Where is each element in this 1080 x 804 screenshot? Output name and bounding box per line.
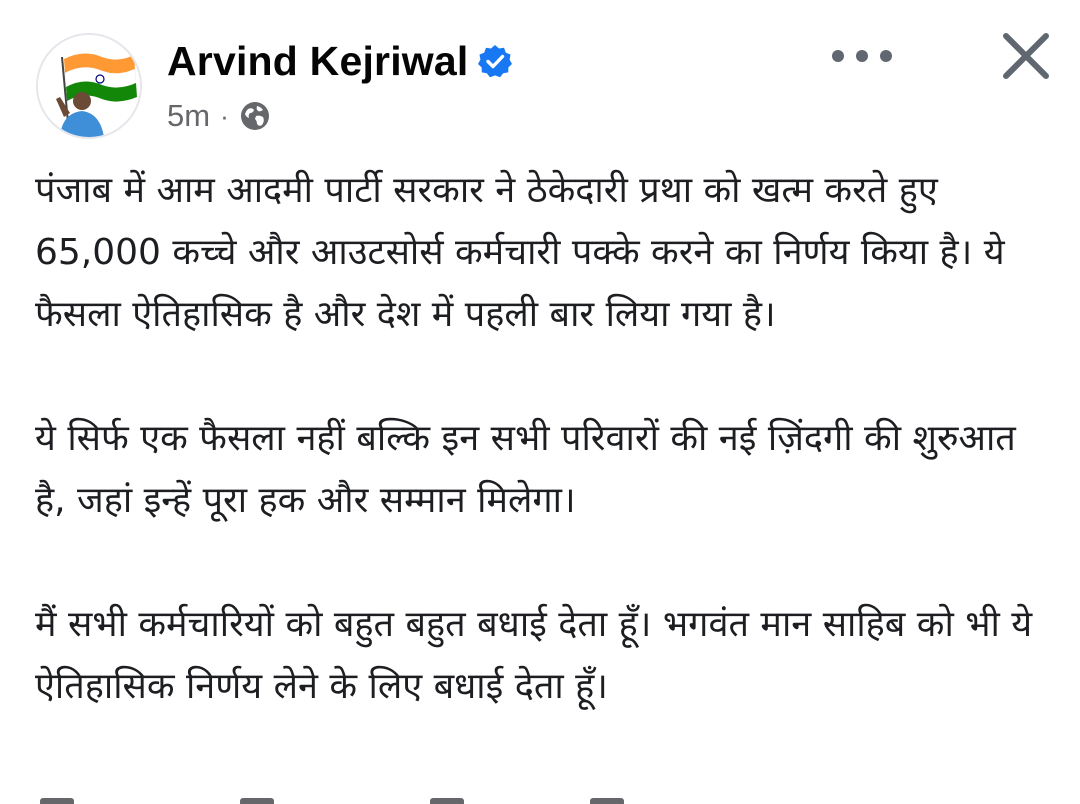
- author-name[interactable]: Arvind Kejriwal: [167, 38, 468, 85]
- post-body: पंजाब में आम आदमी पार्टी सरकार ने ठेकेदा…: [35, 160, 1055, 718]
- post-meta: 5m ·: [167, 96, 271, 136]
- verified-badge-icon: [478, 44, 513, 78]
- avatar[interactable]: [36, 33, 142, 139]
- more-dot: [856, 50, 868, 62]
- close-icon[interactable]: [1000, 30, 1052, 82]
- post-header: Arvind Kejriwal 5m ·: [0, 0, 1080, 150]
- more-options-icon[interactable]: [832, 38, 892, 74]
- post-paragraph: ये सिर्फ एक फैसला नहीं बल्कि इन सभी परिव…: [35, 418, 1016, 521]
- post-paragraph: पंजाब में आम आदमी पार्टी सरकार ने ठेकेदा…: [35, 170, 1005, 335]
- post-paragraph: मैं सभी कर्मचारियों को बहुत बहुत बधाई दे…: [35, 604, 1033, 707]
- meta-separator: ·: [220, 100, 229, 131]
- more-dot: [832, 50, 844, 62]
- avatar-image: [38, 35, 140, 137]
- cropped-reaction-bar: [0, 798, 1080, 804]
- facebook-post: Arvind Kejriwal 5m · पंजाब में आम आदमी प…: [0, 0, 1080, 804]
- globe-icon[interactable]: [239, 100, 271, 132]
- more-dot: [880, 50, 892, 62]
- author-row: Arvind Kejriwal: [167, 36, 513, 86]
- post-timestamp[interactable]: 5m: [167, 98, 210, 134]
